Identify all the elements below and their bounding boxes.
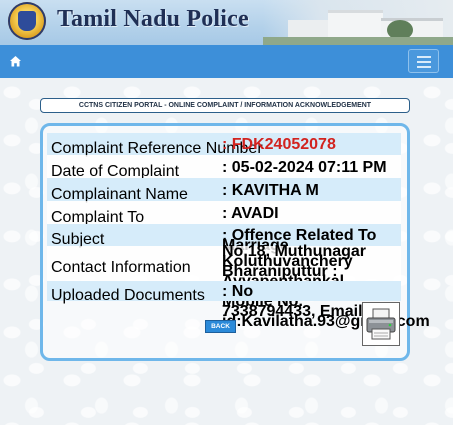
table-row: Complaint To : AVADI	[47, 201, 401, 226]
table-row: Contact Information No.18, Muthunagar Ko…	[47, 244, 430, 330]
home-icon[interactable]	[9, 55, 22, 68]
back-button[interactable]: BACK	[205, 320, 236, 333]
complaint-reference-value: : FDK24052078	[222, 136, 336, 153]
nav-bar	[0, 45, 453, 78]
row-value: : No	[222, 283, 254, 300]
acknowledgement-title: CCTNS CITIZEN PORTAL - ONLINE COMPLAINT …	[40, 98, 410, 113]
table-row: Complainant Name : KAVITHA M	[47, 178, 401, 203]
site-header: Tamil Nadu Police	[0, 0, 453, 45]
row-value: : AVADI	[222, 205, 279, 222]
table-row: Date of Complaint : 05-02-2024 07:11 PM	[47, 155, 401, 180]
site-title: Tamil Nadu Police	[57, 6, 249, 32]
table-row: Uploaded Documents : No	[47, 281, 401, 304]
tn-police-emblem-icon	[8, 2, 46, 40]
row-label: Uploaded Documents	[51, 287, 205, 304]
row-value: : KAVITHA M	[222, 182, 319, 199]
hamburger-menu-icon[interactable]	[408, 49, 439, 73]
row-label: Contact Information	[51, 259, 191, 276]
header-building-image	[263, 0, 453, 45]
table-row: Complaint Reference Number : FDK24052078	[47, 133, 401, 157]
row-value: : 05-02-2024 07:11 PM	[222, 159, 387, 176]
printer-icon[interactable]	[362, 302, 400, 346]
